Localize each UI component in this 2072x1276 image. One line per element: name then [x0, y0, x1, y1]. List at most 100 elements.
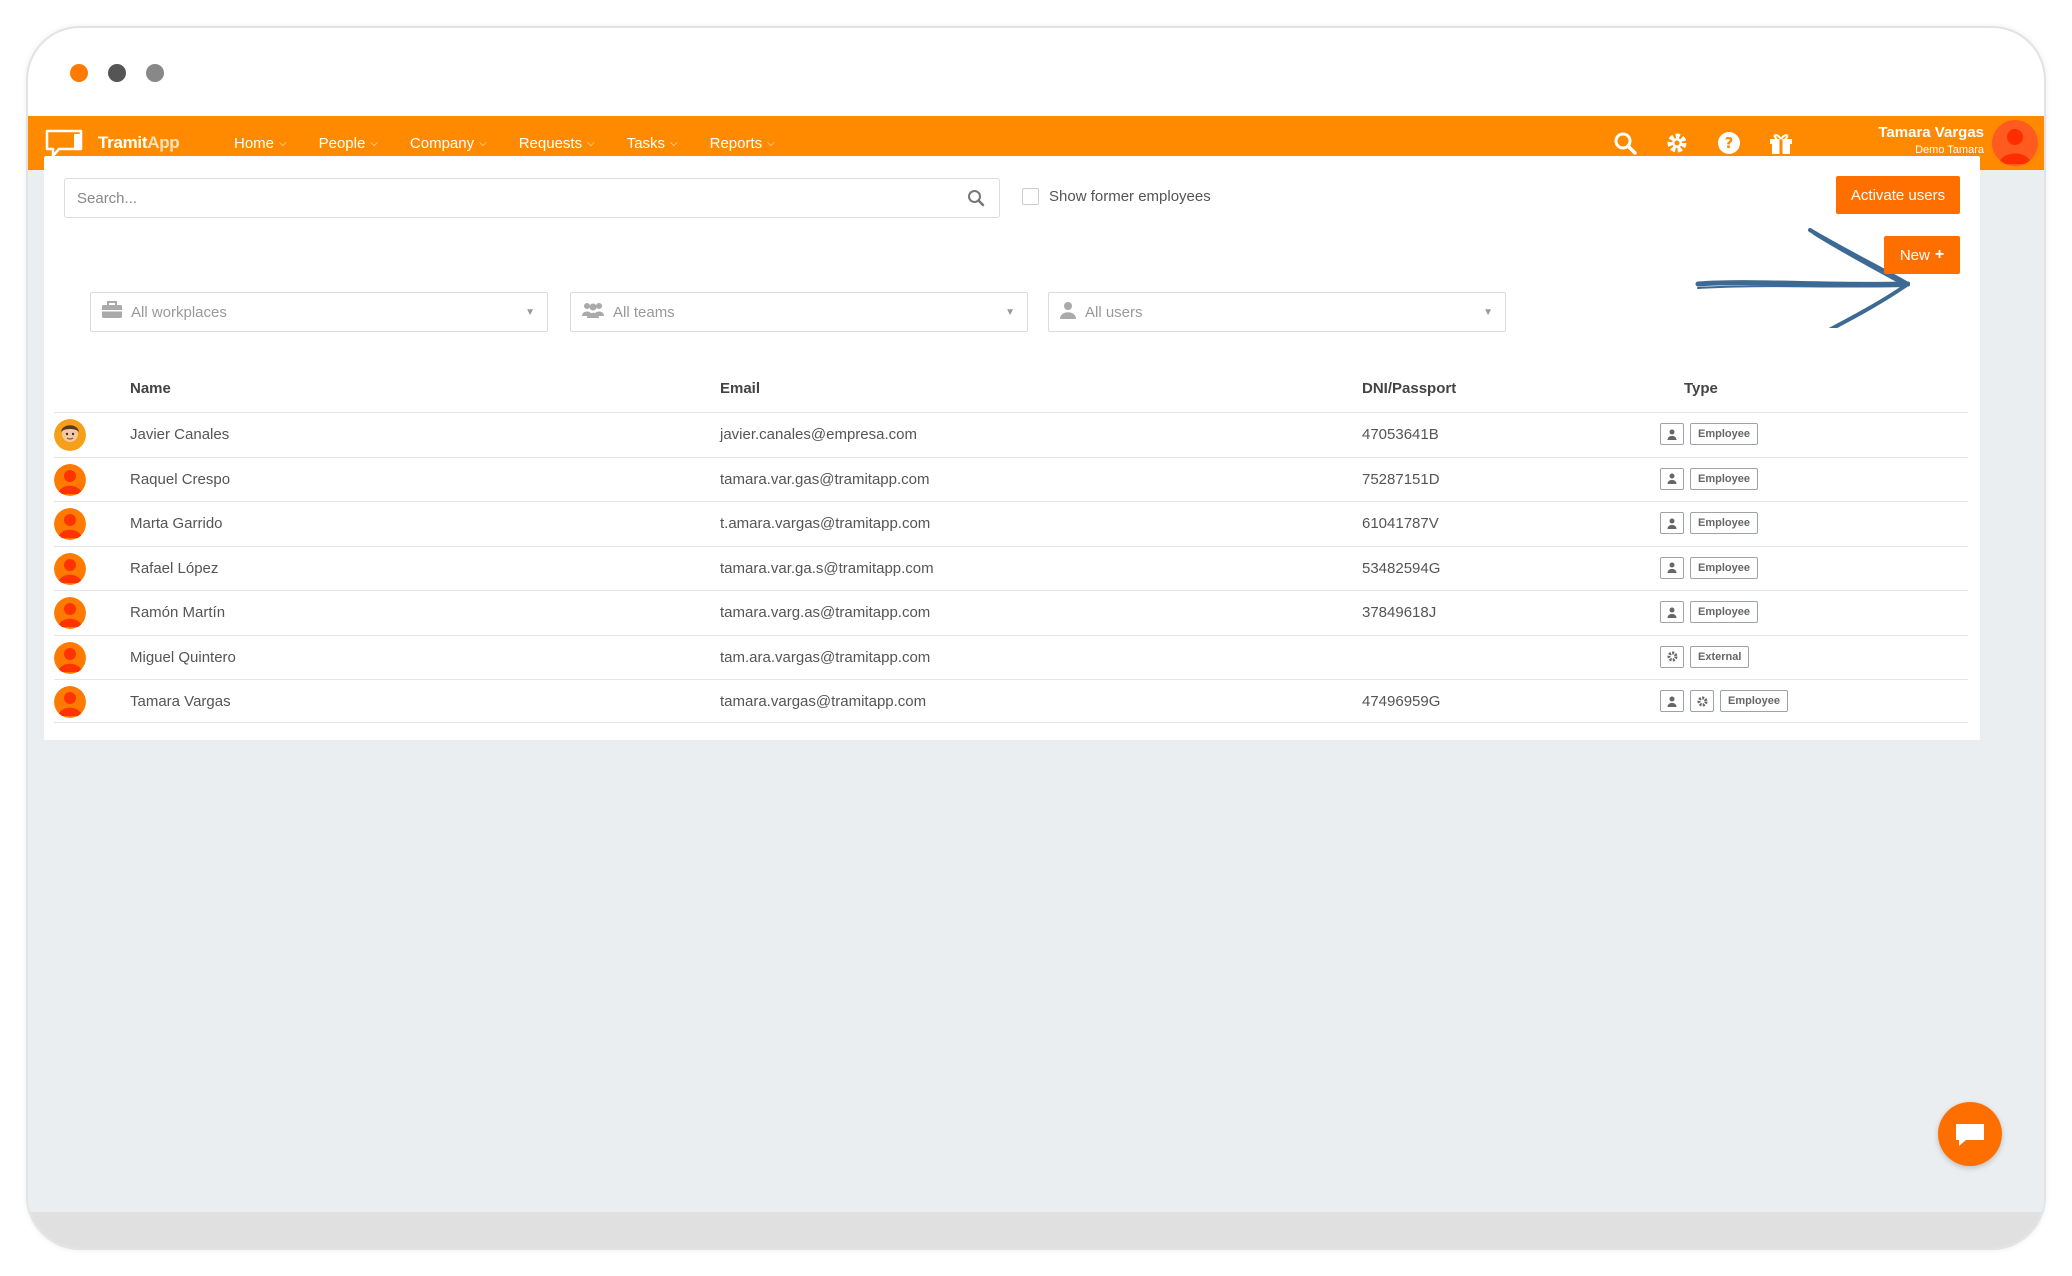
- table-row[interactable]: Ramón Martín tamara.varg.as@tramitapp.com…: [54, 590, 1968, 634]
- chevron-down-icon: ⌵: [670, 137, 678, 149]
- employee-name: Ramón Martín: [130, 604, 226, 621]
- user-icon: [1660, 512, 1684, 534]
- logo-word-app: App: [147, 133, 180, 152]
- avatar: [54, 508, 86, 540]
- employee-email: javier.canales@empresa.com: [720, 426, 917, 443]
- new-user-label: New: [1899, 246, 1930, 264]
- avatar: [54, 597, 86, 629]
- team-filter[interactable]: All teams ▼: [570, 292, 1028, 332]
- employee-dni: 47053641B: [1362, 426, 1439, 443]
- dropdown-arrow-icon: ▼: [1005, 307, 1015, 318]
- employee-email: tamara.var.gas@tramitapp.com: [720, 470, 930, 488]
- chat-icon: [1956, 1124, 1984, 1146]
- type-label: Employee: [1690, 423, 1758, 445]
- search-icon[interactable]: [967, 189, 985, 212]
- plus-icon: +: [1934, 246, 1945, 263]
- employee-dni: 37849618J: [1362, 604, 1437, 621]
- type-label: Employee: [1690, 467, 1758, 490]
- type-label: External: [1690, 645, 1750, 668]
- close-window-button[interactable]: [70, 64, 88, 82]
- type-badges: Employee: [1660, 467, 1758, 490]
- chevron-down-icon: ⌵: [587, 137, 595, 149]
- table-row[interactable]: Miguel Quintero tam.ara.vargas@tramitapp.…: [54, 634, 1968, 679]
- nav-home-label: Home: [234, 134, 275, 152]
- avatar: [54, 686, 86, 718]
- show-former-toggle[interactable]: Show former employees: [1022, 188, 1211, 205]
- user-menu[interactable]: Tamara Vargas Demo Tamara: [1878, 124, 1984, 156]
- nav-tasks-label: Tasks: [626, 134, 666, 152]
- type-badges: Employee: [1660, 423, 1758, 445]
- table-row[interactable]: Raquel Crespo tamara.var.gas@tramitapp.co…: [54, 456, 1968, 501]
- employee-dni: 61041787V: [1362, 515, 1439, 532]
- chevron-down-icon: ⌵: [279, 137, 287, 149]
- avatar: [54, 641, 86, 674]
- team-icon: [581, 301, 605, 323]
- employee-name: Miguel Quintero: [130, 648, 236, 666]
- employee-email: t.amara.vargas@tramitapp.com: [720, 515, 931, 532]
- employee-name: Javier Canales: [130, 426, 230, 443]
- chevron-down-icon: ⌵: [479, 137, 487, 149]
- column-header-email[interactable]: Email: [720, 380, 760, 397]
- type-label: Employee: [1690, 556, 1758, 579]
- svg-text:?: ?: [1725, 134, 1734, 152]
- chat-button[interactable]: [1938, 1102, 2002, 1166]
- window-controls: [70, 64, 164, 82]
- table-row[interactable]: Tamara Vargas tamara.vargas@tramitapp.com…: [54, 679, 1968, 723]
- help-icon[interactable]: ?: [1716, 130, 1742, 156]
- column-header-type[interactable]: Type: [1684, 380, 1718, 397]
- workplace-filter[interactable]: All workplaces ▼: [90, 292, 548, 332]
- user-icon: [1660, 690, 1684, 712]
- employee-email: tam.ara.vargas@tramitapp.com: [720, 648, 931, 666]
- avatar: [54, 419, 86, 451]
- employee-name: Raquel Crespo: [130, 470, 231, 488]
- column-header-name[interactable]: Name: [130, 380, 171, 397]
- user-org: Demo Tamara: [1915, 144, 1984, 156]
- table-row[interactable]: Marta Garrido t.amara.vargas@tramitapp.co…: [54, 501, 1968, 545]
- gear-icon: [1660, 645, 1684, 668]
- minimize-window-button[interactable]: [108, 64, 126, 82]
- avatar: [54, 552, 86, 585]
- type-badges: Employee: [1660, 690, 1788, 712]
- show-former-label: Show former employees: [1049, 188, 1211, 205]
- type-badges: Employee: [1660, 601, 1758, 623]
- table-row[interactable]: Javier Canales javier.canales@empresa.com…: [54, 412, 1968, 456]
- user-icon: [1660, 467, 1684, 490]
- pointer-arrow-annotation: [1670, 198, 1911, 340]
- new-user-button[interactable]: New +: [1884, 236, 1960, 274]
- employee-email: tamara.vargas@tramitapp.com: [720, 693, 927, 710]
- employee-email: tamara.var.ga.s@tramitapp.com: [720, 559, 934, 577]
- user-filter-value: All users: [1085, 303, 1143, 321]
- gift-icon[interactable]: [1768, 130, 1794, 156]
- employee-name: Marta Garrido: [130, 515, 223, 532]
- gear-icon: [1690, 690, 1714, 712]
- table-row[interactable]: Rafael López tamara.var.ga.s@tramitapp.co…: [54, 545, 1968, 590]
- employee-email: tamara.varg.as@tramitapp.com: [720, 604, 931, 621]
- avatar[interactable]: [1992, 120, 2038, 166]
- search-icon[interactable]: [1612, 130, 1638, 156]
- bottom-strip: [28, 1212, 2044, 1248]
- maximize-window-button[interactable]: [146, 64, 164, 82]
- type-badges: Employee: [1660, 556, 1758, 579]
- nav-company-label: Company: [409, 134, 475, 152]
- chevron-down-icon: ⌵: [370, 137, 378, 149]
- employee-name: Rafael López: [130, 559, 219, 577]
- type-badges: External: [1660, 645, 1750, 668]
- employee-dni: 75287151D: [1362, 470, 1440, 488]
- show-former-checkbox[interactable]: [1022, 188, 1039, 205]
- employee-dni: 47496959G: [1362, 693, 1441, 710]
- briefcase-icon: [101, 301, 123, 323]
- dropdown-arrow-icon: ▼: [525, 307, 535, 318]
- gear-icon[interactable]: [1664, 130, 1690, 156]
- employee-dni: 53482594G: [1362, 559, 1441, 577]
- user-icon: [1660, 601, 1684, 623]
- search-input[interactable]: [65, 179, 945, 217]
- type-label: Employee: [1690, 512, 1758, 534]
- avatar: [54, 463, 86, 496]
- user-name: Tamara Vargas: [1878, 124, 1984, 141]
- user-filter[interactable]: All users ▼: [1048, 292, 1506, 332]
- column-header-dni[interactable]: DNI/Passport: [1362, 380, 1456, 397]
- type-label: Employee: [1690, 601, 1758, 623]
- workplace-filter-value: All workplaces: [131, 303, 227, 321]
- employee-name: Tamara Vargas: [130, 693, 231, 710]
- nav-requests-label: Requests: [518, 134, 583, 152]
